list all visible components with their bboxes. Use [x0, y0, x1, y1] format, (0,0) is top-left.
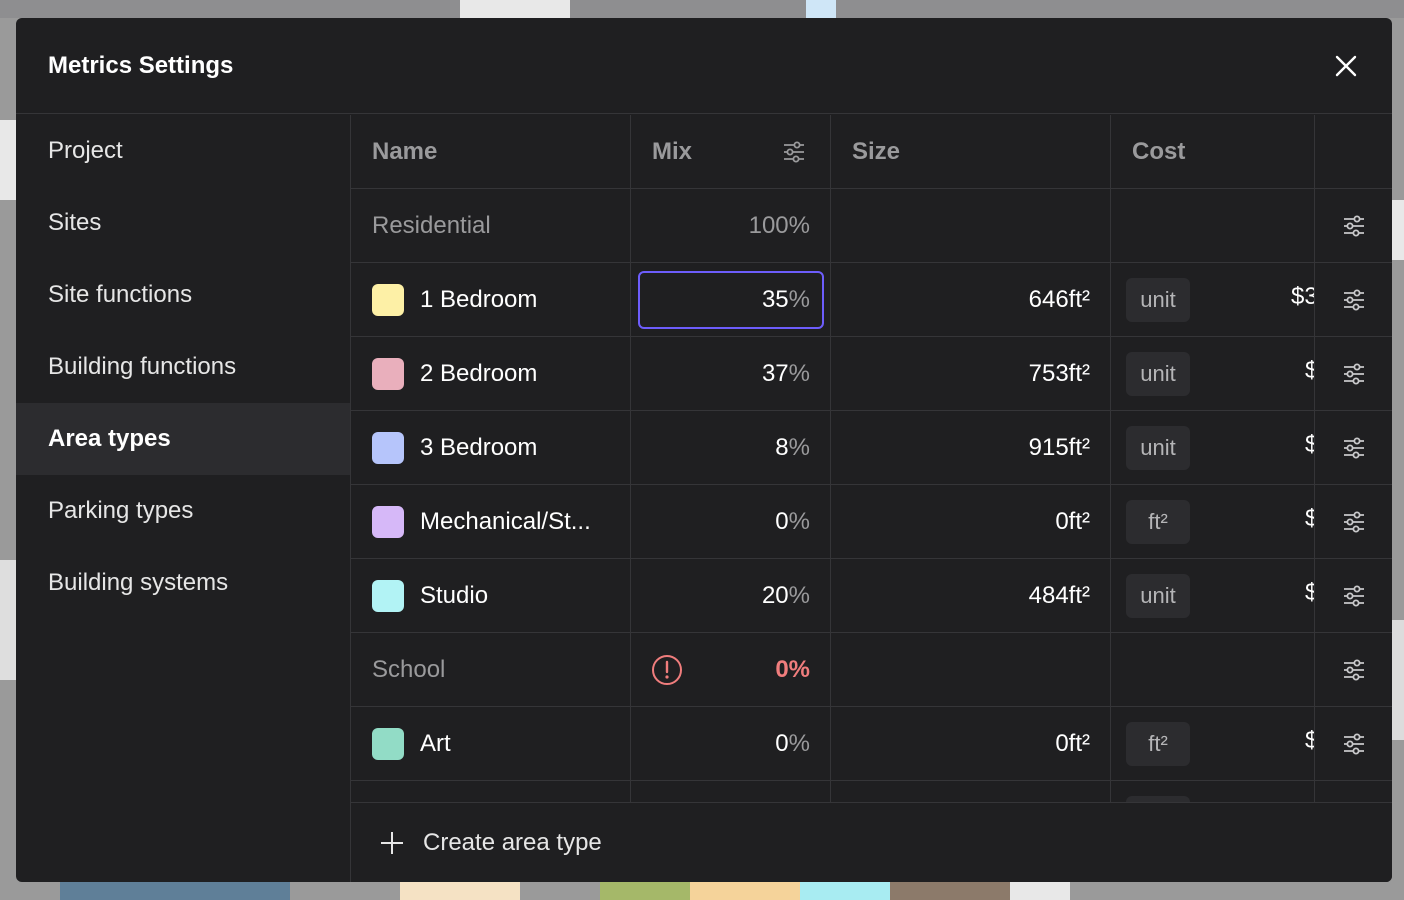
mix-input[interactable]: 0% [631, 485, 831, 558]
table-row-group: School 0% [351, 633, 1392, 707]
cost-cell: unit $ [1111, 559, 1315, 632]
area-type-name: Mechanical/St... [351, 485, 631, 558]
row-settings-button[interactable] [1315, 633, 1392, 706]
sliders-icon [1343, 733, 1364, 754]
table-row: 2 Bedroom 37% 753ft² unit $ [351, 337, 1392, 411]
cost-unit-select[interactable]: unit [1126, 278, 1190, 322]
column-header-cost: Cost [1111, 115, 1315, 188]
row-settings-button[interactable] [1315, 559, 1392, 632]
size-value[interactable]: 484ft² [831, 559, 1111, 632]
create-area-type-label: Create area type [423, 828, 602, 856]
cost-unit-select[interactable]: unit [1126, 574, 1190, 618]
table-row: Art 0% 0ft² ft² $ [351, 707, 1392, 781]
column-header-actions [1315, 115, 1392, 188]
cost-value[interactable]: $ [1305, 431, 1314, 459]
table-row: Studio 20% 484ft² unit $ [351, 559, 1392, 633]
size-value[interactable]: 0ft² [831, 485, 1111, 558]
mix-input[interactable]: 8% [631, 411, 831, 484]
row-settings-button[interactable] [1315, 485, 1392, 558]
cost-value[interactable]: $3 [1291, 283, 1314, 311]
group-name: Residential [351, 189, 631, 262]
row-settings-button[interactable] [1315, 411, 1392, 484]
cost-value[interactable]: $ [1305, 579, 1314, 607]
sliders-icon [1343, 363, 1364, 384]
table-row: 1 Bedroom 35% 646ft² unit $3 [351, 263, 1392, 337]
cost-cell: ft² $ [1111, 485, 1315, 558]
sliders-icon [1343, 289, 1364, 310]
plus-icon [381, 831, 403, 854]
sidebar-item-project[interactable]: Project [16, 115, 350, 187]
sliders-icon[interactable] [782, 140, 806, 164]
mix-input[interactable]: 20% [631, 559, 831, 632]
column-header-mix: Mix [631, 115, 831, 188]
sidebar-item-site-functions[interactable]: Site functions [16, 259, 350, 331]
cost-cell: unit $ [1111, 337, 1315, 410]
sidebar-item-building-systems[interactable]: Building systems [16, 547, 350, 619]
cost-value[interactable]: $ [1305, 727, 1314, 755]
table-row: 3 Bedroom 8% 915ft² unit $ [351, 411, 1392, 485]
sliders-icon [1343, 659, 1364, 680]
table-row [351, 781, 1392, 803]
settings-sidebar: Project Sites Site functions Building fu… [16, 115, 351, 882]
column-header-name: Name [351, 115, 631, 188]
group-mix: 0% [631, 633, 831, 706]
sidebar-item-sites[interactable]: Sites [16, 187, 350, 259]
color-swatch[interactable] [372, 727, 404, 760]
mix-input[interactable]: 37% [631, 337, 831, 410]
color-swatch[interactable] [372, 431, 404, 464]
color-swatch[interactable] [372, 283, 404, 316]
area-type-name: 1 Bedroom [351, 263, 631, 336]
sidebar-item-building-functions[interactable]: Building functions [16, 331, 350, 403]
close-icon [1335, 55, 1357, 77]
cost-value[interactable]: $ [1305, 357, 1314, 385]
group-mix: 100% [631, 189, 831, 262]
cost-cell: unit $3 [1111, 263, 1315, 336]
row-settings-button[interactable] [1315, 263, 1392, 336]
mix-input-focus-ring [638, 271, 824, 329]
cost-unit-select[interactable]: unit [1126, 426, 1190, 470]
mix-input[interactable]: 0% [631, 707, 831, 780]
column-header-mix-label: Mix [652, 137, 693, 165]
area-type-name: Art [351, 707, 631, 780]
column-header-size: Size [831, 115, 1111, 188]
cost-unit-select[interactable]: ft² [1126, 500, 1190, 544]
color-swatch[interactable] [372, 505, 404, 538]
cost-unit-select[interactable]: ft² [1126, 722, 1190, 766]
area-type-name: Studio [351, 559, 631, 632]
mix-input[interactable]: 35% [631, 263, 831, 336]
metrics-settings-modal: Metrics Settings Project Sites Site func… [16, 18, 1392, 882]
size-value[interactable]: 0ft² [831, 707, 1111, 780]
size-value[interactable]: 753ft² [831, 337, 1111, 410]
color-swatch[interactable] [372, 357, 404, 390]
cost-cell: unit $ [1111, 411, 1315, 484]
size-value[interactable]: 646ft² [831, 263, 1111, 336]
table-row: Mechanical/St... 0% 0ft² ft² $ [351, 485, 1392, 559]
row-settings-button[interactable] [1315, 189, 1392, 262]
group-name: School [351, 633, 631, 706]
sliders-icon [1343, 215, 1364, 236]
sidebar-item-parking-types[interactable]: Parking types [16, 475, 350, 547]
sliders-icon [1343, 585, 1364, 606]
sliders-icon [1343, 437, 1364, 458]
size-value[interactable]: 915ft² [831, 411, 1111, 484]
modal-header: Metrics Settings [16, 18, 1392, 114]
sliders-icon [1343, 511, 1364, 532]
table-header-row: Name Mix Size Cost [351, 115, 1392, 189]
area-type-name: 3 Bedroom [351, 411, 631, 484]
area-type-name: 2 Bedroom [351, 337, 631, 410]
table-row-group: Residential 100% [351, 189, 1392, 263]
create-area-type-button[interactable]: Create area type [351, 802, 1392, 882]
modal-title: Metrics Settings [48, 51, 234, 79]
row-settings-button[interactable] [1315, 707, 1392, 780]
cost-cell: ft² $ [1111, 707, 1315, 780]
row-settings-button[interactable] [1315, 337, 1392, 410]
cost-value[interactable]: $ [1305, 505, 1314, 533]
area-types-table: Name Mix Size Cost Residential 100% 1 Be… [351, 115, 1392, 803]
cost-unit-select[interactable]: unit [1126, 352, 1190, 396]
warning-icon [652, 655, 682, 685]
close-button[interactable] [1330, 50, 1362, 82]
color-swatch[interactable] [372, 579, 404, 612]
sidebar-item-area-types[interactable]: Area types [16, 403, 350, 475]
